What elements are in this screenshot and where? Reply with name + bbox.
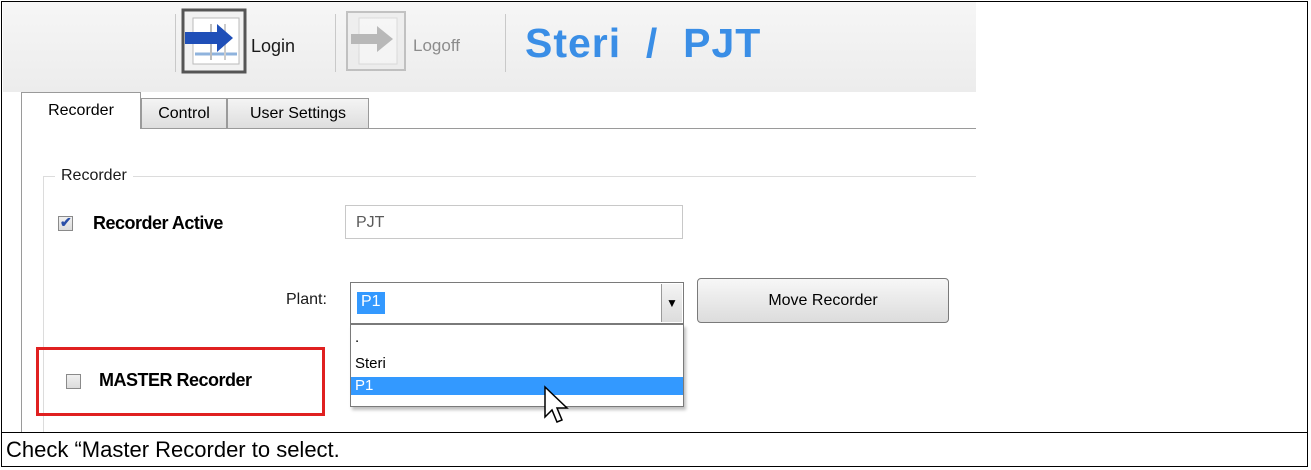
tab-control[interactable]: Control bbox=[141, 98, 227, 128]
recorder-active-label: Recorder Active bbox=[93, 213, 223, 233]
recorder-name-field[interactable]: PJT bbox=[345, 205, 683, 239]
checkmark-icon: ✔ bbox=[60, 214, 72, 230]
toolbar-separator bbox=[335, 14, 336, 72]
group-border bbox=[43, 176, 976, 177]
list-item[interactable]: P1 bbox=[351, 377, 683, 395]
master-recorder-label: MASTER Recorder bbox=[99, 370, 252, 390]
master-recorder-checkbox[interactable] bbox=[66, 374, 81, 389]
login-button-label[interactable]: Login bbox=[251, 36, 295, 57]
group-title-recorder: Recorder bbox=[55, 167, 133, 185]
app-window: Login Logoff Steri / PJT Recorder Contro… bbox=[3, 2, 976, 432]
plant-label: Plant: bbox=[286, 291, 327, 308]
recorder-active-checkbox[interactable]: ✔ bbox=[58, 214, 73, 231]
tab-label: Control bbox=[158, 104, 210, 122]
caption-divider bbox=[1, 432, 1308, 433]
tab-label: User Settings bbox=[249, 104, 347, 122]
toolbar-separator bbox=[505, 14, 506, 72]
plant-selected-value: P1 bbox=[357, 292, 385, 314]
plant-dropdown-list[interactable]: . Steri P1 bbox=[350, 324, 684, 407]
logoff-button-label[interactable]: Logoff bbox=[413, 36, 460, 56]
list-item[interactable]: . bbox=[351, 329, 683, 347]
mouse-pointer-icon bbox=[544, 385, 569, 423]
toolbar-separator bbox=[175, 14, 176, 72]
move-recorder-button[interactable]: Move Recorder bbox=[697, 278, 949, 323]
plant-select[interactable]: P1 ▼ bbox=[350, 282, 684, 324]
page-title: Steri / PJT bbox=[525, 20, 762, 66]
logoff-arrow-icon[interactable] bbox=[343, 8, 409, 74]
chevron-down-icon[interactable]: ▼ bbox=[661, 284, 682, 322]
list-item[interactable]: Steri bbox=[351, 355, 683, 373]
login-arrow-icon[interactable] bbox=[181, 8, 247, 74]
tab-strip-line bbox=[21, 128, 976, 129]
tab-label: Recorder bbox=[48, 102, 114, 119]
tab-recorder[interactable]: Recorder bbox=[21, 92, 141, 129]
tab-user-settings[interactable]: User Settings bbox=[227, 98, 369, 128]
caption-text: Check “Master Recorder to select. bbox=[6, 437, 340, 462]
move-recorder-label: Move Recorder bbox=[768, 291, 878, 309]
toolbar: Login Logoff Steri / PJT bbox=[3, 2, 976, 92]
